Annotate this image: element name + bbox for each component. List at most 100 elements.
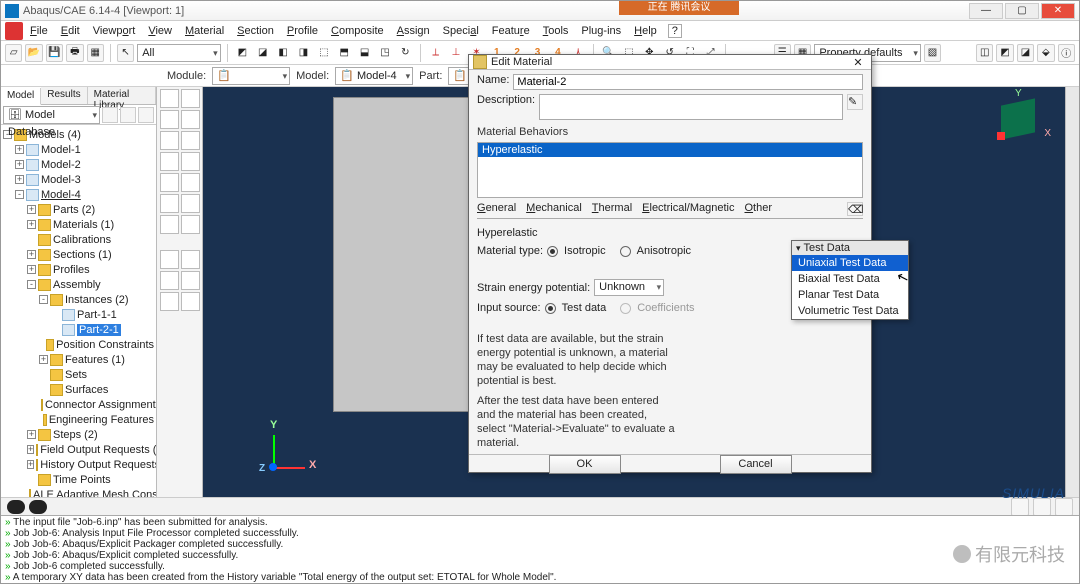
tool-skin[interactable] xyxy=(181,194,200,213)
tool-color[interactable] xyxy=(181,271,200,290)
tree-node[interactable]: -Instances (2) xyxy=(1,292,156,307)
opt-planar[interactable]: Planar Test Data xyxy=(792,287,908,303)
behavior-hyperelastic[interactable]: Hyperelastic xyxy=(478,143,862,157)
database-dropdown[interactable]: 🗄 Model Database xyxy=(3,106,100,124)
print-icon[interactable]: 🖶 xyxy=(66,44,83,62)
opt-uniaxial[interactable]: Uniaxial Test Data xyxy=(792,255,908,271)
render1-icon[interactable]: ◫ xyxy=(976,44,993,62)
tree-node[interactable]: Surfaces xyxy=(1,382,156,397)
tree-node[interactable]: +History Output Requests xyxy=(1,457,156,472)
window-close[interactable]: ✕ xyxy=(1041,3,1075,19)
tool-normal[interactable] xyxy=(181,152,200,171)
subtab-general[interactable]: General xyxy=(477,202,516,216)
tree-node[interactable]: Sets xyxy=(1,367,156,382)
tab-results[interactable]: Results xyxy=(41,87,87,104)
edit-desc-icon[interactable]: ✎ xyxy=(847,94,863,110)
context-help-icon[interactable]: ? xyxy=(668,24,682,38)
view-icon-7[interactable]: ⬓ xyxy=(356,44,373,62)
sync-icon[interactable]: ↻ xyxy=(397,44,414,62)
axis-icon-1[interactable]: ⟂ xyxy=(427,44,444,62)
tool-options[interactable] xyxy=(181,292,200,311)
cancel-button[interactable]: Cancel xyxy=(720,455,792,474)
menu-help[interactable]: Help xyxy=(628,25,663,37)
tool-spring[interactable] xyxy=(160,215,179,234)
tool-inertia[interactable] xyxy=(181,215,200,234)
tool-material-manager[interactable] xyxy=(181,89,200,108)
opt-volumetric[interactable]: Volumetric Test Data xyxy=(792,303,908,319)
strain-energy-select[interactable]: Unknown xyxy=(594,279,664,296)
tool-rebar[interactable] xyxy=(181,173,200,192)
menu-profile[interactable]: Profile xyxy=(281,25,324,37)
tool-datum[interactable] xyxy=(181,250,200,269)
tree-node[interactable]: Connector Assignments xyxy=(1,397,156,412)
status-pill-1[interactable] xyxy=(7,500,25,514)
tree-filter-icon[interactable] xyxy=(102,107,118,123)
tree-node[interactable]: +Steps (2) xyxy=(1,427,156,442)
tree-settings-icon[interactable] xyxy=(138,107,154,123)
ok-button[interactable]: OK xyxy=(549,455,621,474)
render3-icon[interactable]: ◪ xyxy=(1017,44,1034,62)
menu-material[interactable]: Material xyxy=(179,25,230,37)
render2-icon[interactable]: ◩ xyxy=(996,44,1013,62)
tree-node[interactable]: -Assembly xyxy=(1,277,156,292)
subtab-other[interactable]: Other xyxy=(744,202,772,216)
tree-node[interactable]: Part-1-1 xyxy=(1,307,156,322)
tree-node[interactable]: +Parts (2) xyxy=(1,202,156,217)
tool-query[interactable] xyxy=(160,271,179,290)
tool-beam[interactable] xyxy=(160,173,179,192)
tree-node[interactable]: +Model-1 xyxy=(1,142,156,157)
view-icon-3[interactable]: ◧ xyxy=(274,44,291,62)
window-minimize[interactable]: — xyxy=(969,3,1003,19)
tool-composite[interactable] xyxy=(160,194,179,213)
menu-special[interactable]: Special xyxy=(437,25,485,37)
tree-node[interactable]: -Model-4 xyxy=(1,187,156,202)
tree-expand-icon[interactable] xyxy=(120,107,136,123)
menu-composite[interactable]: Composite xyxy=(325,25,390,37)
tab-model[interactable]: Model xyxy=(1,88,41,105)
tool-orientation[interactable] xyxy=(160,152,179,171)
tree-node[interactable]: Calibrations xyxy=(1,232,156,247)
tool-create-material[interactable] xyxy=(160,89,179,108)
menu-section[interactable]: Section xyxy=(231,25,280,37)
tree-node[interactable]: +Field Output Requests (1) xyxy=(1,442,156,457)
tool-section-manager[interactable] xyxy=(181,110,200,129)
tree-node[interactable]: Part-2-1 xyxy=(1,322,156,337)
tree-node[interactable]: Engineering Features xyxy=(1,412,156,427)
tool-display[interactable] xyxy=(160,292,179,311)
menu-viewport[interactable]: Viewport xyxy=(87,25,142,37)
opt1-icon[interactable]: ▧ xyxy=(924,44,941,62)
radio-test-data[interactable] xyxy=(545,303,556,314)
menu-edit[interactable]: Edit xyxy=(55,25,86,37)
view-icon-5[interactable]: ⬚ xyxy=(315,44,332,62)
open-icon[interactable]: 📂 xyxy=(25,44,42,62)
dialog-close[interactable]: ✕ xyxy=(849,56,867,69)
tool-section-assignment[interactable] xyxy=(181,131,200,150)
tree-node[interactable]: ALE Adaptive Mesh Constraints xyxy=(1,487,156,497)
model-dropdown[interactable]: 📋 Model-4 xyxy=(335,67,413,85)
tab-material-library[interactable]: Material Library xyxy=(88,87,156,104)
view-icon-2[interactable]: ◪ xyxy=(254,44,271,62)
radio-isotropic[interactable] xyxy=(547,246,558,257)
tree-node[interactable]: +Profiles xyxy=(1,262,156,277)
window-maximize[interactable]: ▢ xyxy=(1005,3,1039,19)
info-icon[interactable]: ⓘ xyxy=(1058,44,1075,62)
tree-node[interactable]: +Model-2 xyxy=(1,157,156,172)
tree-node[interactable]: +Sections (1) xyxy=(1,247,156,262)
menu-plugins[interactable]: Plug-ins xyxy=(575,25,627,37)
test-data-menu-header[interactable]: Test Data xyxy=(792,241,908,255)
menu-file[interactable]: File xyxy=(24,25,54,37)
test-data-menu[interactable]: Test Data Uniaxial Test Data Biaxial Tes… xyxy=(791,240,909,320)
material-desc-input[interactable] xyxy=(539,94,843,120)
message-area[interactable]: » The input file "Job-6.inp" has been su… xyxy=(1,515,1079,583)
model-tree[interactable]: -Models (4)+Model-1+Model-2+Model-3-Mode… xyxy=(1,125,156,497)
save-icon[interactable]: 💾 xyxy=(46,44,63,62)
tree-node[interactable]: Time Points xyxy=(1,472,156,487)
tree-node[interactable]: +Materials (1) xyxy=(1,217,156,232)
menu-assign[interactable]: Assign xyxy=(391,25,436,37)
material-name-input[interactable] xyxy=(513,74,863,90)
menu-view[interactable]: View xyxy=(142,25,178,37)
iso-icon[interactable]: ◳ xyxy=(376,44,393,62)
opt-biaxial[interactable]: Biaxial Test Data xyxy=(792,271,908,287)
select-filter-dropdown[interactable]: All xyxy=(137,44,220,62)
module-dropdown[interactable]: 📋 Property xyxy=(212,67,290,85)
